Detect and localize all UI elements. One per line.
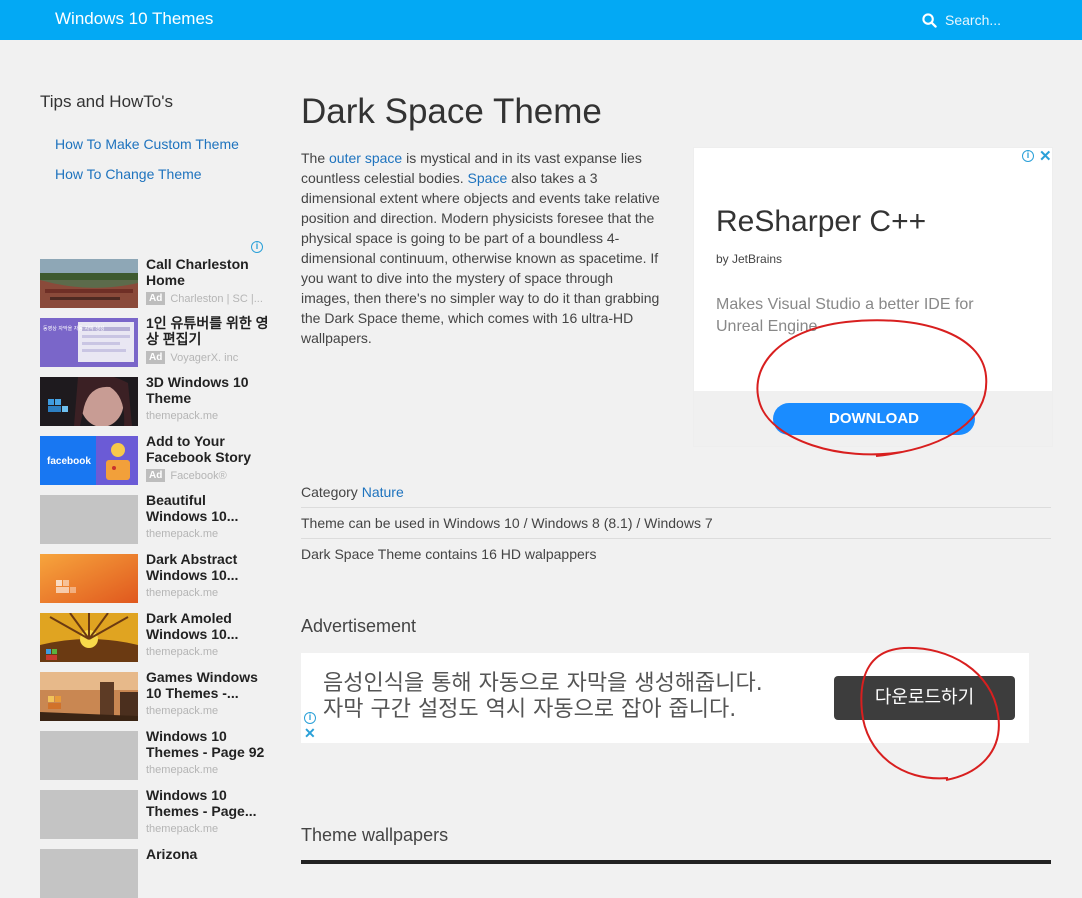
recommendation-item[interactable]: 3D Windows 10 Theme themepack.me (40, 374, 270, 426)
recommendation-source: themepack.me (146, 410, 219, 422)
recommendation-item[interactable]: Dark Amoled Windows 10... themepack.me (40, 610, 270, 662)
sidebar-link-change-theme[interactable]: How To Change Theme (55, 166, 202, 182)
ad-badge: Ad (146, 351, 166, 364)
search-input[interactable] (945, 12, 1075, 28)
recommendation-thumbnail (40, 377, 138, 426)
recommendation-item[interactable]: Windows 10 Themes - Page 92 themepack.me (40, 728, 270, 780)
recommendation-title[interactable]: Dark Amoled Windows 10... (146, 610, 270, 642)
recommendation-item[interactable]: Call Charleston Home Ad Charleston | SC |… (40, 256, 270, 308)
recommendation-thumbnail (40, 849, 138, 898)
recommendation-thumbnail (40, 259, 138, 308)
recommendation-thumbnail (40, 554, 138, 603)
recommendation-title[interactable]: 1인 유튜버를 위한 영상 편집기 (146, 315, 270, 347)
recommendation-thumbnail (40, 731, 138, 780)
ad-badge: Ad (146, 292, 166, 305)
recommendation-source: themepack.me (146, 764, 219, 776)
recommendation-thumbnail (40, 672, 138, 721)
banner-download-button[interactable]: 다운로드하기 (834, 676, 1015, 720)
ad-subtitle: by JetBrains (716, 252, 783, 266)
ad-description: Makes Visual Studio a better IDE for Unr… (716, 296, 974, 335)
recommendation-title[interactable]: Add to Your Facebook Story (146, 433, 270, 465)
close-icon[interactable]: ✕ (304, 725, 316, 742)
page-title: Dark Space Theme (301, 92, 602, 131)
recommendation-title[interactable]: Call Charleston Home (146, 256, 270, 288)
thumbnail-caption: 동영상 자막을 자동 자막 생성 (43, 325, 105, 332)
recommendation-item[interactable]: 동영상 자막을 자동 자막 생성 1인 유튜버를 위한 영상 편집기 Ad Voy… (40, 315, 270, 367)
recommendation-title[interactable]: Beautiful Windows 10... (146, 492, 270, 524)
recommendation-thumbnail: 동영상 자막을 자동 자막 생성 (40, 318, 138, 367)
search-box[interactable] (922, 12, 1075, 28)
wallpaper-count-row: Dark Space Theme contains 16 HD walpappe… (301, 546, 597, 562)
divider (301, 538, 1051, 539)
search-icon (922, 12, 937, 28)
divider (301, 507, 1051, 508)
recommendation-item[interactable]: facebook Add to Your Facebook Story Ad Fa… (40, 433, 270, 485)
wallpapers-heading: Theme wallpapers (301, 825, 449, 845)
ad-badge: Ad (146, 469, 166, 482)
recommendation-item[interactable]: Dark Abstract Windows 10... themepack.me (40, 551, 270, 603)
category-row: Category Nature (301, 484, 404, 500)
banner-ad-text: 음성인식을 통해 자동으로 자막을 생성해줍니다. 자막 구간 설정도 역시 자… (323, 671, 763, 722)
recommendation-title[interactable]: Arizona (146, 846, 270, 862)
recommendation-thumbnail (40, 495, 138, 544)
recommendation-item[interactable]: Games Windows 10 Themes -... themepack.m… (40, 669, 270, 721)
recommendation-source: themepack.me (146, 646, 219, 658)
thumbnail-caption: facebook (47, 456, 91, 467)
wallpaper-gallery-top (301, 860, 1051, 864)
adchoices-icon[interactable]: i (1022, 150, 1034, 162)
recommendation-title[interactable]: Windows 10 Themes - Page... (146, 787, 270, 819)
recommendation-title[interactable]: Games Windows 10 Themes -... (146, 669, 270, 701)
recommendation-thumbnail (40, 790, 138, 839)
sidebar-link-custom-theme[interactable]: How To Make Custom Theme (55, 136, 239, 152)
recommendation-item[interactable]: Arizona (40, 846, 270, 898)
close-icon[interactable]: ✕ (1039, 147, 1052, 165)
top-bar: Windows 10 Themes (0, 0, 1082, 40)
category-link[interactable]: Nature (362, 484, 404, 500)
recommendation-source: themepack.me (146, 528, 219, 540)
recommendation-source: Charleston | SC |... (170, 292, 263, 305)
outer-space-link[interactable]: outer space (329, 150, 402, 166)
space-link[interactable]: Space (468, 170, 508, 186)
recommendation-source: VoyagerX. inc (170, 351, 239, 364)
compatibility-row: Theme can be used in Windows 10 / Window… (301, 515, 713, 531)
download-button[interactable]: DOWNLOAD (773, 403, 975, 435)
recommendation-item[interactable]: Windows 10 Themes - Page... themepack.me (40, 787, 270, 839)
recommendation-title[interactable]: 3D Windows 10 Theme (146, 374, 270, 406)
recommendation-source: themepack.me (146, 587, 219, 599)
recommendation-thumbnail: facebook (40, 436, 138, 485)
recommendation-thumbnail (40, 613, 138, 662)
banner-ad[interactable]: 음성인식을 통해 자동으로 자막을 생성해줍니다. 자막 구간 설정도 역시 자… (301, 653, 1029, 743)
recommendation-source: Facebook® (170, 469, 227, 482)
resharper-ad[interactable]: i ✕ ReSharper C++ by JetBrains Makes Vis… (693, 147, 1053, 447)
adchoices-icon[interactable]: i (251, 241, 263, 253)
advertisement-heading: Advertisement (301, 616, 417, 636)
recommendation-title[interactable]: Dark Abstract Windows 10... (146, 551, 270, 583)
recommendation-item[interactable]: Beautiful Windows 10... themepack.me (40, 492, 270, 544)
recommendation-title[interactable]: Windows 10 Themes - Page 92 (146, 728, 270, 760)
sidebar-heading: Tips and HowTo's (40, 92, 174, 111)
ad-title[interactable]: ReSharper C++ (716, 205, 926, 239)
site-title-link[interactable]: Windows 10 Themes (55, 9, 213, 29)
recommendation-source: themepack.me (146, 705, 219, 717)
recommendation-source: themepack.me (146, 823, 219, 835)
article-intro: The outer space is mystical and in its v… (301, 150, 660, 346)
adchoices-icon[interactable]: i (304, 712, 316, 724)
